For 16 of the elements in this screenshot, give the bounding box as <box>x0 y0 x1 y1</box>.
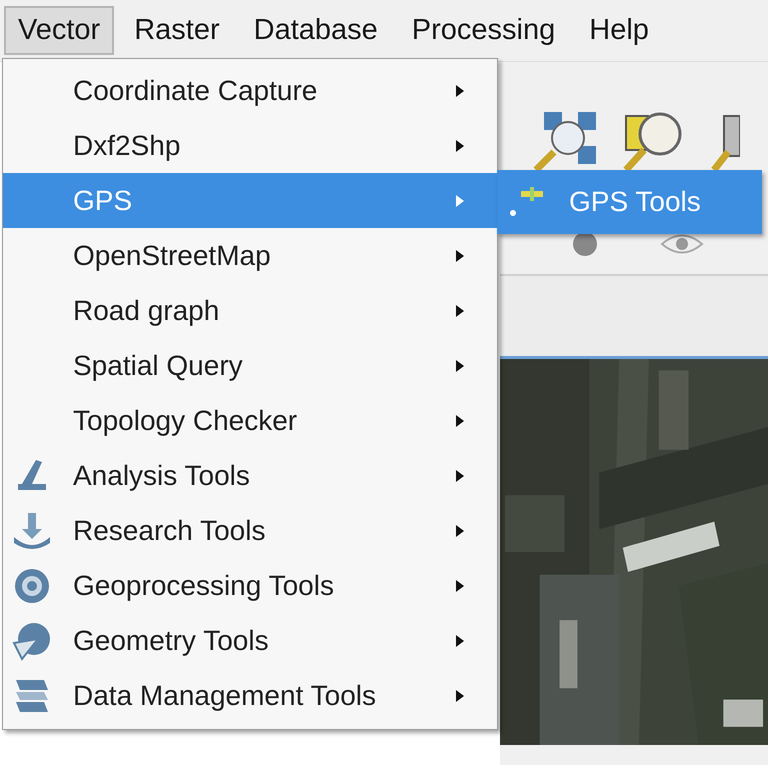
menu-title[interactable]: Database <box>240 6 392 55</box>
menu-item[interactable]: Dxf2Shp <box>3 118 497 173</box>
menu-title[interactable]: Processing <box>398 6 570 55</box>
menu-item[interactable]: Geometry Tools <box>3 613 497 668</box>
menu-item[interactable]: Data Management Tools <box>3 668 497 723</box>
menu-item[interactable]: Road graph <box>3 283 497 338</box>
menu-title[interactable]: Raster <box>120 6 234 55</box>
menu-item[interactable]: Research Tools <box>3 503 497 558</box>
menu-item[interactable]: Geoprocessing Tools <box>3 558 497 613</box>
menu-title[interactable]: Help <box>575 6 663 55</box>
menu-item[interactable]: Analysis Tools <box>3 448 497 503</box>
menu-title[interactable]: Vector <box>4 6 114 55</box>
menu-item[interactable]: Spatial Query <box>3 338 497 393</box>
menu-item[interactable]: Coordinate Capture <box>3 63 497 118</box>
menu-item[interactable]: Topology Checker <box>3 393 497 448</box>
menu-item[interactable]: OpenStreetMap <box>3 228 497 283</box>
